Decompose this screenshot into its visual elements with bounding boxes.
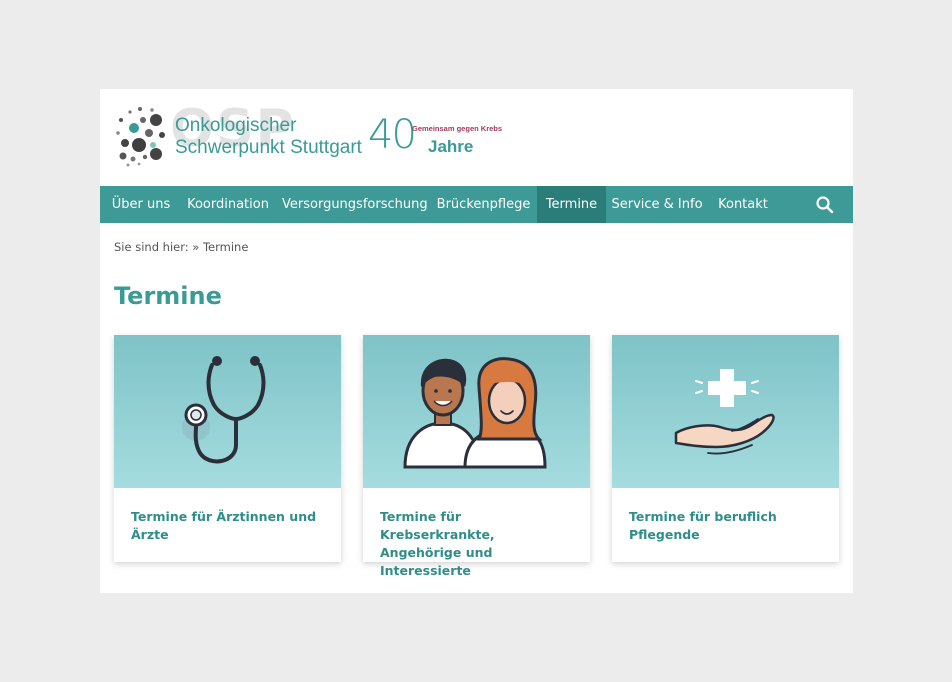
- logo-line-2: Schwerpunkt Stuttgart: [175, 137, 362, 158]
- card-label: Termine für Krebserkrankte, Angehörige u…: [380, 509, 495, 578]
- caring-hand-icon: [674, 369, 775, 455]
- search-icon[interactable]: [814, 194, 836, 216]
- logo-dots-icon: [116, 107, 165, 167]
- main-nav: Über uns Koordination Versorgungsforschu…: [100, 186, 853, 223]
- card-label: Termine für Ärztinnen und Ärzte: [131, 509, 317, 542]
- site-header: OSP Onkologischer Schwerpunkt Stuttgart …: [100, 89, 853, 186]
- card-image: [363, 335, 590, 488]
- stethoscope-icon: [182, 356, 266, 464]
- card-image: [114, 335, 341, 488]
- logo-line-1: Onkologischer: [175, 115, 297, 136]
- anniversary-badge: 40 Gemeinsam gegen Krebs Jahre: [368, 112, 518, 161]
- nav-item-versorgungsforschung[interactable]: Versorgungsforschung: [282, 186, 428, 223]
- breadcrumb: Sie sind hier: » Termine: [114, 240, 249, 254]
- nav-item-brueckenpflege[interactable]: Brückenpflege: [433, 186, 534, 223]
- people-icon: [403, 357, 547, 469]
- card-pflegende[interactable]: Termine für beruflich Pflegende: [612, 335, 839, 562]
- card-image: [612, 335, 839, 488]
- nav-item-service-info[interactable]: Service & Info: [610, 186, 704, 223]
- logo-text: Onkologischer Schwerpunkt Stuttgart: [175, 115, 362, 159]
- nav-item-ueber-uns[interactable]: Über uns: [106, 186, 176, 223]
- anniversary-number: 40: [368, 112, 417, 158]
- card-label: Termine für beruflich Pflegende: [629, 509, 777, 542]
- card-aerzte[interactable]: Termine für Ärztinnen und Ärzte: [114, 335, 341, 562]
- anniversary-word: Jahre: [428, 137, 474, 156]
- page-title: Termine: [114, 282, 222, 310]
- card-krebserkrankte[interactable]: Termine für Krebserkrankte, Angehörige u…: [363, 335, 590, 578]
- page: OSP Onkologischer Schwerpunkt Stuttgart …: [100, 89, 853, 593]
- anniversary-tagline: Gemeinsam gegen Krebs: [412, 124, 503, 133]
- nav-item-koordination[interactable]: Koordination: [180, 186, 276, 223]
- nav-item-kontakt[interactable]: Kontakt: [712, 186, 774, 223]
- nav-item-termine[interactable]: Termine: [537, 186, 606, 223]
